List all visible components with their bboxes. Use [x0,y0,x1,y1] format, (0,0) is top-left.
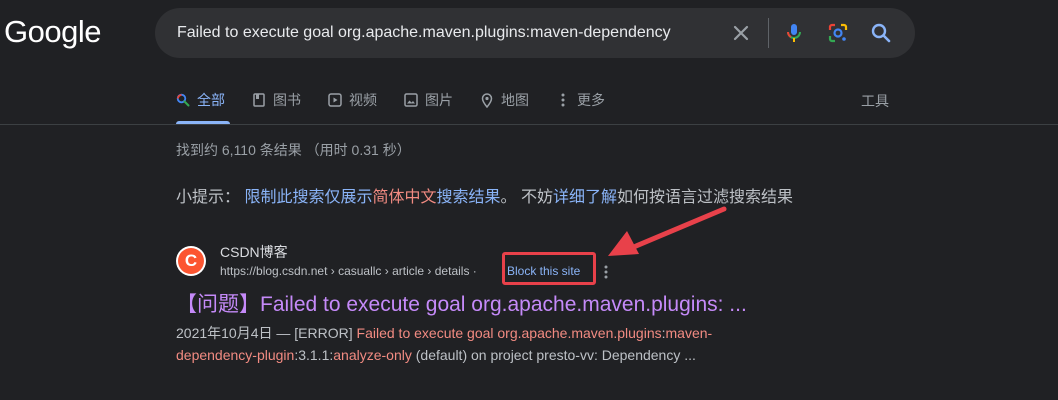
tab-label: 图片 [425,92,453,108]
tip-prefix: 小提示： [176,189,241,206]
lens-icon[interactable] [826,21,850,45]
search-box[interactable] [155,8,915,58]
tab-more[interactable]: 更多 [556,87,605,113]
search-icon[interactable] [869,21,893,45]
book-icon [252,93,266,107]
annotation-arrow [608,206,727,256]
mic-icon[interactable] [782,21,806,45]
tab-maps[interactable]: 地图 [480,87,529,113]
clear-icon[interactable] [729,21,753,45]
video-icon [328,93,342,107]
image-icon [404,93,418,107]
more-vert-icon [556,93,570,107]
header-divider [0,124,1058,125]
search-divider [768,18,769,48]
tools-button[interactable]: 工具 [861,91,889,111]
map-pin-icon [480,92,494,108]
tip-link-highlight: 简体中文 [372,189,437,206]
tip-link-part: 限制此搜索仅展示 [244,189,373,206]
site-favicon[interactable]: C [176,246,206,276]
tab-label: 地图 [501,92,529,108]
result-snippet: 2021年10月4日 — [ERROR] Failed to execute g… [176,322,776,366]
restrict-language-link[interactable]: 限制此搜索仅展示简体中文搜索结果 [244,189,500,206]
snippet-text: [ERROR] [294,325,357,341]
tab-images[interactable]: 图片 [404,87,453,113]
tab-label: 全部 [197,92,225,108]
tab-all[interactable]: 全部 [176,87,225,113]
search-icon [176,93,190,107]
google-logo[interactable]: Google [4,14,101,50]
search-tabs: 全部 图书 视频 图片 地图 更多 [176,87,632,125]
result-stats: 找到约 6,110 条结果 （用时 0.31 秒） [176,142,411,158]
tip-link-part: 搜索结果 [436,189,501,206]
snippet-text: :3.1.1: [294,347,334,363]
site-url[interactable]: https://blog.csdn.net › casuallc › artic… [220,264,477,278]
tab-videos[interactable]: 视频 [328,87,377,113]
snippet-highlight: analyze-only [333,347,412,363]
result-title-link[interactable]: 【问题】Failed to execute goal org.apache.ma… [176,288,747,318]
tab-books[interactable]: 图书 [252,87,301,113]
search-input[interactable] [177,8,717,58]
snippet-highlight: Failed to execute goal org.apache.maven.… [356,325,662,341]
tab-label: 图书 [273,92,301,108]
snippet-date: 2021年10月4日 — [176,325,295,341]
annotation-highlight-box [502,252,596,285]
snippet-text: (default) on project presto-vv: Dependen… [411,347,696,363]
tab-label: 更多 [577,92,605,108]
tab-label: 视频 [349,92,377,108]
site-name[interactable]: CSDN博客 [220,242,288,262]
more-vert-icon[interactable] [600,262,612,282]
tip-mid: 。 不妨 [500,189,553,206]
favicon-letter: C [178,248,204,274]
